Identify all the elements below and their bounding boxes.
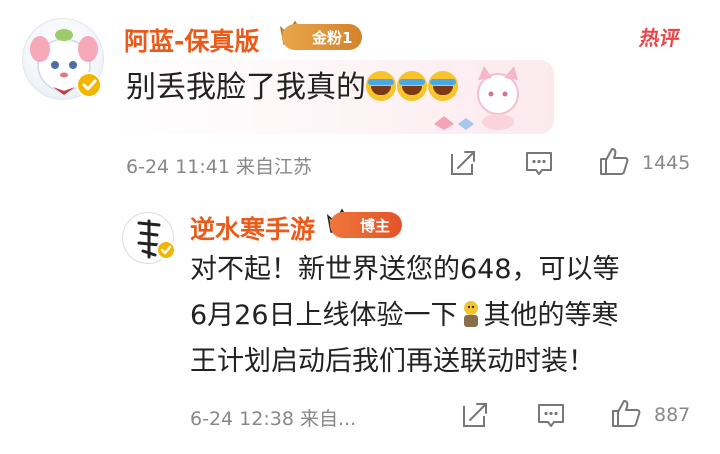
- reply-text-line1: 对不起！新世界送您的648，可以等: [190, 254, 620, 285]
- comment-time: 11:41: [175, 156, 230, 178]
- like-icon[interactable]: [610, 398, 641, 428]
- blogger-badge: 博主: [330, 212, 402, 238]
- comment-icon[interactable]: [536, 400, 566, 430]
- commenter-username[interactable]: 阿蓝-保真版: [124, 22, 259, 58]
- like-icon[interactable]: [598, 146, 629, 176]
- share-icon[interactable]: [448, 148, 478, 178]
- comment-text-content: 别丢我脸了我真的: [126, 70, 366, 105]
- crying-laughing-emoji: [366, 71, 396, 101]
- reply-meta: 6-24 12:38 来自...: [190, 404, 356, 431]
- fan-badge: 金粉1: [282, 24, 362, 50]
- hot-comment-label: 热评: [637, 26, 682, 50]
- like-count: 1445: [642, 152, 691, 174]
- comment-date: 6-24: [126, 156, 170, 178]
- like-count: 887: [654, 404, 691, 426]
- crying-laughing-emoji: [397, 71, 427, 101]
- share-icon[interactable]: [460, 400, 490, 430]
- reply-text-line2: 6月26日上线体验一下 其他的等寒: [190, 296, 619, 336]
- reply-text-line3: 王计划启动后我们再送联动时装！: [190, 346, 595, 377]
- reply-date: 6-24: [190, 408, 234, 430]
- verified-icon: [76, 72, 102, 98]
- reply-text-line2-before: 6月26日上线体验一下: [190, 300, 458, 331]
- reply-text-line2-after: 其他的等寒: [483, 300, 619, 331]
- reply-time: 12:38: [239, 408, 294, 430]
- comment-text: 别丢我脸了我真的: [126, 68, 459, 108]
- reply-source: 来自...: [299, 408, 357, 430]
- crying-laughing-emoji: [428, 71, 458, 101]
- reply-username[interactable]: 逆水寒手游: [190, 210, 315, 246]
- comment-icon[interactable]: [524, 148, 554, 178]
- verified-icon: [156, 240, 176, 260]
- doge-emoji: [463, 301, 478, 327]
- comment-meta: 6-24 11:41 来自江苏: [126, 152, 312, 179]
- comment-source: 来自江苏: [235, 156, 312, 178]
